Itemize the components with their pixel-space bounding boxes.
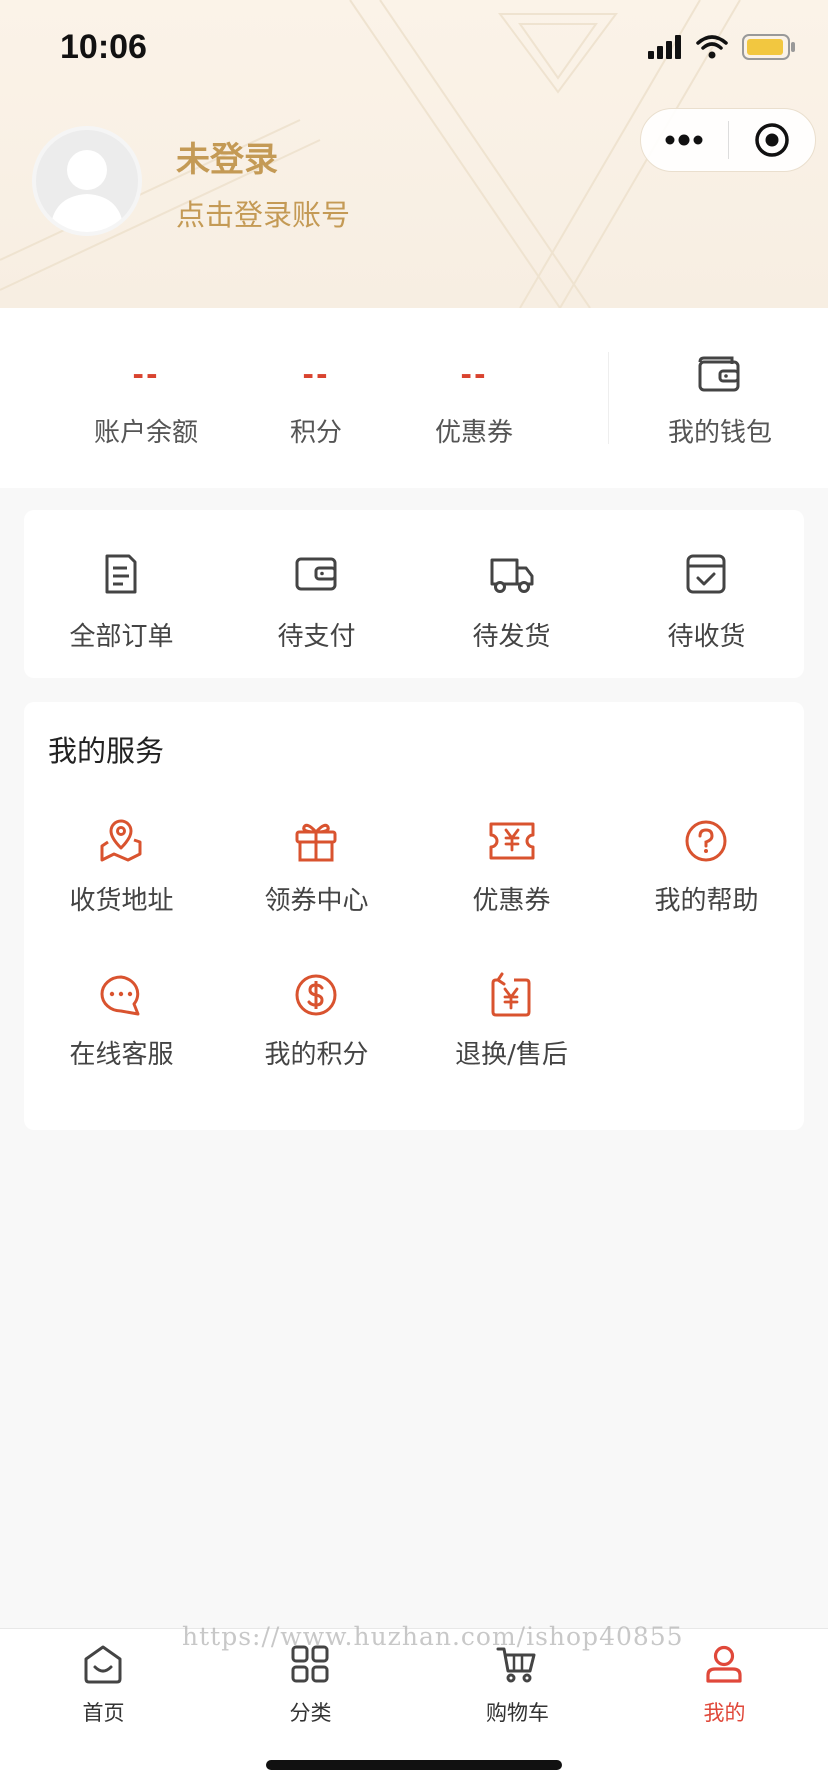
services-title: 我的服务 [48,734,165,768]
document-icon [105,554,137,594]
service-coupons-label: 优惠券 [472,886,551,916]
tab-mine-label: 我的 [703,1701,746,1725]
service-coupon-center[interactable]: 领券中心 [219,818,414,958]
wallet-balance[interactable]: -- 账户余额 [66,308,226,488]
order-pending-payment-label: 待支付 [277,622,356,652]
map-pin-icon [100,819,142,862]
avatar[interactable] [32,126,142,236]
wallet-divider [608,352,609,444]
coupon-icon [489,822,535,860]
tab-category-label: 分类 [289,1701,332,1725]
tab-home[interactable]: 首页 [0,1643,207,1743]
watermark: https://www.huzhan.com/ishop40855 [182,1622,684,1651]
orders-card: 全部订单 待支付 待发货 待收货 [24,510,804,678]
login-prompt[interactable]: 点击登录账号 [176,192,350,234]
home-icon [84,1645,122,1684]
return-icon [491,972,531,1017]
more-button[interactable] [641,109,728,171]
order-all[interactable]: 全部订单 [24,510,219,678]
wifi-icon [696,35,728,59]
close-miniprogram-button[interactable] [729,109,816,171]
coupons-value: -- [460,358,488,391]
truck-icon [490,558,534,593]
coupons-label: 优惠券 [434,418,513,448]
services-card: 我的服务 收货地址 领券中心 优惠券 我的帮助 在线客服 我的积分 退换/售后 [24,702,804,1130]
balance-label: 账户余额 [93,418,198,448]
wallet-summary: -- 账户余额 -- 积分 -- 优惠券 我的钱包 [0,308,828,488]
points-value: -- [302,358,330,391]
service-customer-support-label: 在线客服 [69,1040,174,1070]
home-indicator[interactable] [266,1760,562,1770]
profile-header: 10:06 未登录 点击登录账号 [0,0,828,308]
order-pending-receipt-label: 待收货 [667,622,746,652]
avatar-placeholder-icon [50,150,124,232]
service-address[interactable]: 收货地址 [24,818,219,958]
status-icons [648,34,796,60]
service-coupons[interactable]: 优惠券 [414,818,609,958]
service-returns-label: 退换/售后 [455,1040,568,1070]
my-wallet-label: 我的钱包 [667,418,772,448]
tab-mine[interactable]: 我的 [621,1643,828,1743]
chat-icon [100,975,140,1016]
tab-home-label: 首页 [82,1701,125,1725]
box-check-icon [686,554,726,594]
order-pending-receipt[interactable]: 待收货 [609,510,804,678]
service-points-label: 我的积分 [264,1040,369,1070]
target-icon [755,123,789,157]
status-time: 10:06 [60,28,147,66]
more-dots-icon [665,134,703,146]
order-pending-shipment-label: 待发货 [472,622,551,652]
order-pending-payment[interactable]: 待支付 [219,510,414,678]
signal-icon [648,35,681,59]
service-customer-support[interactable]: 在线客服 [24,972,219,1112]
user-icon [706,1645,742,1683]
help-icon [685,820,727,862]
my-wallet-button[interactable]: 我的钱包 [640,308,800,488]
wallet-coupons[interactable]: -- 优惠券 [394,308,554,488]
user-name[interactable]: 未登录 [176,132,278,181]
service-coupon-center-label: 领券中心 [264,886,369,916]
wallet-icon [698,356,740,392]
wallet-icon [295,557,337,591]
tab-cart-label: 购物车 [486,1701,549,1725]
miniprogram-capsule [640,108,816,172]
service-help[interactable]: 我的帮助 [609,818,804,958]
service-address-label: 收货地址 [69,886,174,916]
tab-cart[interactable]: 购物车 [414,1643,621,1743]
tab-category[interactable]: 分类 [207,1643,414,1743]
order-pending-shipment[interactable]: 待发货 [414,510,609,678]
order-all-label: 全部订单 [69,622,174,652]
points-label: 积分 [289,418,342,448]
gift-icon [295,823,337,862]
wallet-points[interactable]: -- 积分 [236,308,396,488]
service-points[interactable]: 我的积分 [219,972,414,1112]
battery-icon [742,34,795,60]
dollar-icon [295,974,337,1016]
balance-value: -- [132,358,160,391]
service-help-label: 我的帮助 [654,886,759,916]
service-returns[interactable]: 退换/售后 [414,972,609,1112]
